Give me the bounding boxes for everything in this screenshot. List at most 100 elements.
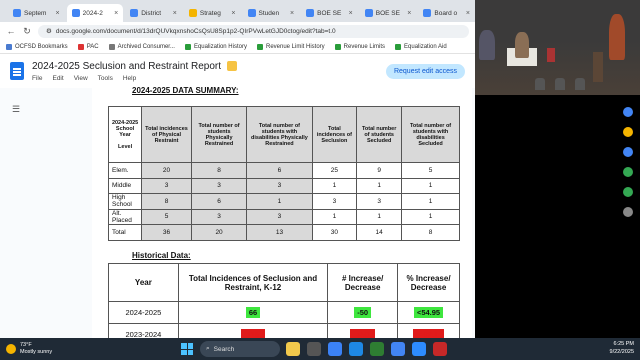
app-icon[interactable] xyxy=(433,342,447,356)
close-icon[interactable]: × xyxy=(466,10,470,17)
bookmark-item[interactable]: OCFSD Bookmarks xyxy=(6,43,68,50)
table-cell: 5 xyxy=(141,208,192,225)
table-cell: 1 xyxy=(401,193,460,210)
bookmark-item[interactable]: Equalization Aid xyxy=(395,43,447,50)
close-icon[interactable]: × xyxy=(349,10,353,17)
browser-tab-active[interactable]: 2024-2 × xyxy=(66,4,124,22)
taskbar-search[interactable]: ⌕ Search xyxy=(200,341,280,357)
menu-bar: File Edit View Tools Help xyxy=(32,75,237,82)
menu-view[interactable]: View xyxy=(74,75,88,82)
close-icon[interactable]: × xyxy=(407,10,411,17)
bookmarks-bar: OCFSD Bookmarks PAC Archived Consumer...… xyxy=(0,40,475,54)
table-cell: 66 xyxy=(177,301,329,324)
close-icon[interactable]: × xyxy=(290,10,294,17)
table-row: Alt. Placed 5 3 3 1 1 1 xyxy=(107,208,460,225)
folder-icon xyxy=(6,43,12,50)
row-label: Middle xyxy=(107,177,143,194)
video-person xyxy=(515,32,529,58)
taskbar: 73°F Mostly sunny ⌕ Search 6:25 PM 9/22/… xyxy=(0,338,640,360)
bookmark-item[interactable]: Equalization History xyxy=(184,43,247,50)
historical-heading: Historical Data: xyxy=(132,251,191,260)
table-cell: 3 xyxy=(141,177,192,194)
table-cell: +50 xyxy=(327,323,399,338)
historical-table: Year Total Incidences of Seclusion and R… xyxy=(108,263,460,338)
table-cell: 1 xyxy=(311,177,358,194)
request-edit-access-button[interactable]: Request edit access xyxy=(385,63,465,79)
edge-icon[interactable] xyxy=(349,342,363,356)
close-icon[interactable]: × xyxy=(56,10,60,17)
browser-tab[interactable]: Studen × xyxy=(243,4,300,22)
document-title[interactable]: 2024-2025 Seclusion and Restraint Report xyxy=(32,61,221,72)
tab-favicon-icon xyxy=(364,9,373,17)
zoom-icon[interactable] xyxy=(412,342,426,356)
file-explorer-icon[interactable] xyxy=(286,342,300,356)
system-tray-clock[interactable]: 6:25 PM 9/22/2025 xyxy=(610,341,634,356)
bookmark-item[interactable]: Revenue Limits xyxy=(334,43,385,50)
table-header: Year xyxy=(108,263,179,302)
table-cell: 1 xyxy=(311,208,358,225)
tab-favicon-icon xyxy=(423,9,432,17)
menu-edit[interactable]: Edit xyxy=(52,75,63,82)
table-cell: 2024-2025 xyxy=(108,301,179,324)
table-header: Total incidences of Seclusion xyxy=(311,106,358,163)
menu-tools[interactable]: Tools xyxy=(98,75,113,82)
menu-help[interactable]: Help xyxy=(123,75,136,82)
calendar-icon[interactable] xyxy=(623,107,633,117)
browser-tab[interactable]: Strateg × xyxy=(184,4,241,22)
search-placeholder: Search xyxy=(213,345,235,353)
maps-icon[interactable] xyxy=(623,187,633,197)
menu-file[interactable]: File xyxy=(32,75,42,82)
browser-tab[interactable]: Septem × xyxy=(8,4,65,22)
table-cell: 20 xyxy=(141,162,192,179)
bookmark-item[interactable]: Archived Consumer... xyxy=(108,43,175,50)
close-icon[interactable]: × xyxy=(231,10,235,17)
keep-icon[interactable] xyxy=(623,127,633,137)
table-cell: 3 xyxy=(246,177,313,194)
browser-tab[interactable]: BOE SE × xyxy=(301,4,358,22)
tasks-icon[interactable] xyxy=(623,147,633,157)
table-header: Total number of students with disabiliti… xyxy=(401,106,460,163)
clock-time: 6:25 PM xyxy=(613,341,634,347)
bookmark-label: OCFSD Bookmarks xyxy=(15,43,68,50)
bookmark-item[interactable]: Revenue Limit History xyxy=(256,43,325,50)
google-docs-icon[interactable] xyxy=(10,62,24,80)
sun-icon xyxy=(6,344,16,354)
weather-condition: Mostly sunny xyxy=(20,349,53,355)
weather-widget[interactable]: 73°F Mostly sunny xyxy=(0,342,52,356)
table-cell: 2023-2024 xyxy=(108,323,179,338)
browser-tab[interactable]: BOE SE × xyxy=(360,4,417,22)
close-icon[interactable]: × xyxy=(173,10,177,17)
tab-label: BOE SE xyxy=(375,9,400,17)
tab-label: District xyxy=(141,9,162,17)
url-field[interactable]: ⚙ docs.google.com/document/d/13drQUVkqxn… xyxy=(38,24,469,38)
site-info-icon[interactable]: ⚙ xyxy=(46,27,52,35)
bookmark-label: Equalization Aid xyxy=(404,43,447,50)
app-icon[interactable] xyxy=(328,342,342,356)
search-icon: ⌕ xyxy=(206,345,210,352)
row-label: Elem. xyxy=(107,162,143,179)
back-icon[interactable]: ← xyxy=(6,26,16,36)
reload-icon[interactable]: ↻ xyxy=(22,26,32,37)
address-bar: ← ↻ ⚙ docs.google.com/document/d/13drQUV… xyxy=(0,22,475,40)
app-icon[interactable] xyxy=(370,342,384,356)
windows-start-icon[interactable] xyxy=(181,343,193,355)
chrome-icon[interactable] xyxy=(391,342,405,356)
tab-label: Studen xyxy=(258,9,280,17)
add-icon[interactable] xyxy=(623,207,633,217)
bookmark-item[interactable]: PAC xyxy=(77,43,99,50)
app-icon[interactable] xyxy=(307,342,321,356)
table-cell: 6 xyxy=(190,193,248,210)
close-icon[interactable]: × xyxy=(114,10,118,17)
table-cell: 3 xyxy=(311,193,358,210)
table-header: Total Incidences of Seclusion and Restra… xyxy=(177,263,329,302)
bookmark-label: Revenue Limit History xyxy=(265,43,325,50)
browser-tab[interactable]: Board o × xyxy=(418,4,475,22)
browser-tab[interactable]: District × xyxy=(125,4,182,22)
video-flag xyxy=(547,48,555,62)
video-chair xyxy=(575,78,585,90)
star-icon[interactable] xyxy=(227,61,238,71)
table-row-total: Total 36 20 13 30 14 8 xyxy=(107,224,460,241)
contacts-icon[interactable] xyxy=(623,167,633,177)
table-cell: 8 xyxy=(141,193,192,210)
outline-icon[interactable]: ☰ xyxy=(12,104,20,115)
